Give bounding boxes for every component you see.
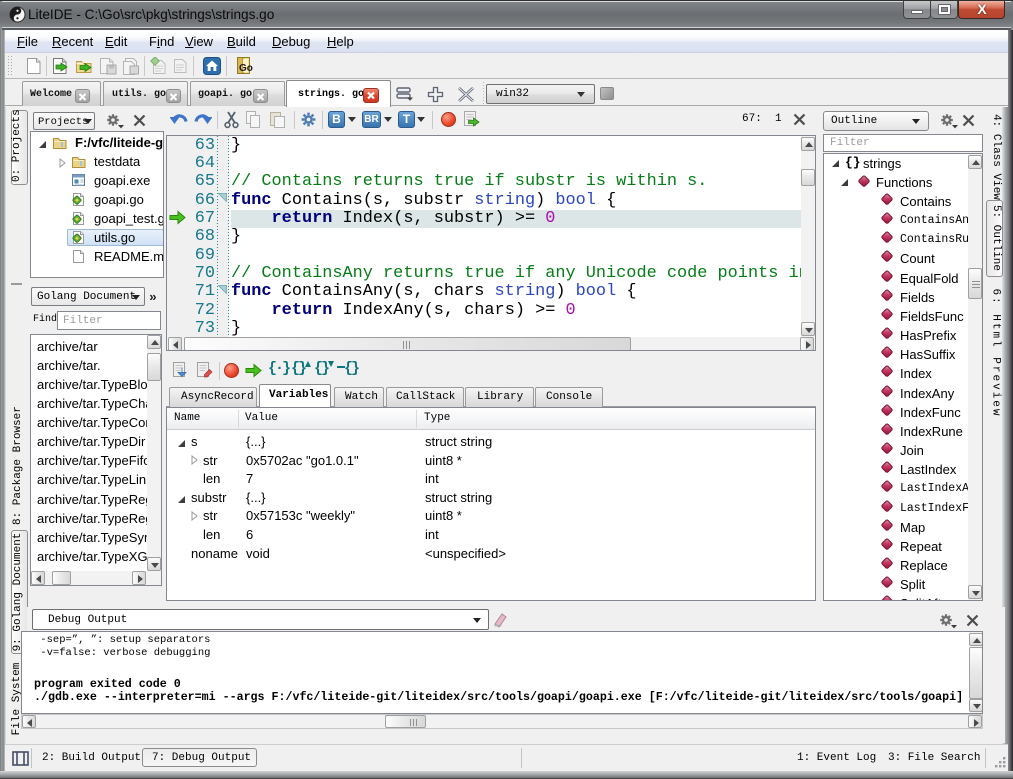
svg-text:Go: Go (239, 63, 253, 74)
